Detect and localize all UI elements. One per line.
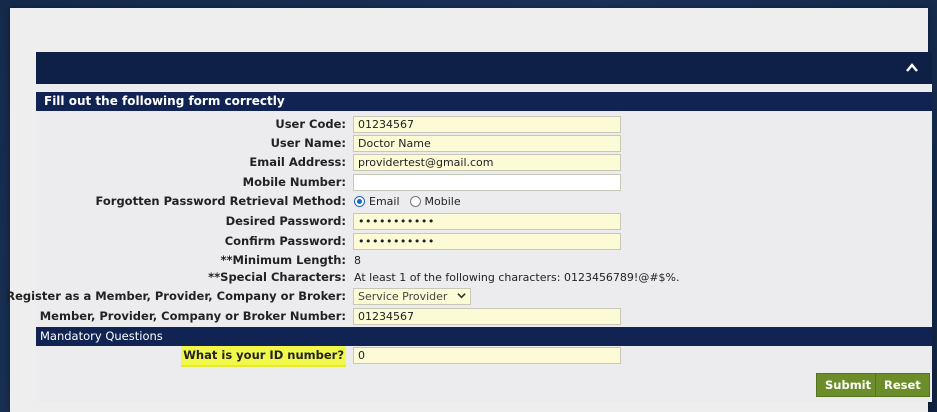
submit-button[interactable]: Submit (816, 373, 881, 397)
retrieval-method-row: Forgotten Password Retrieval Method: Ema… (36, 192, 932, 211)
chevron-down-icon (457, 289, 466, 304)
register-as-label: Register as a Member, Provider, Company … (6, 289, 346, 303)
desired-password-label: Desired Password: (225, 214, 346, 228)
panel-header (36, 52, 932, 85)
chevron-up-icon[interactable] (904, 60, 920, 76)
member-number-input[interactable]: 01234567 (353, 308, 621, 325)
reset-button[interactable]: Reset (875, 373, 930, 397)
email-radio-label: Email (369, 195, 400, 208)
registration-form: Fill out the following form correctly Us… (6, 84, 932, 402)
email-radio[interactable] (354, 196, 365, 207)
retrieval-method-label: Forgotten Password Retrieval Method: (95, 194, 346, 208)
mobile-row: Mobile Number: (36, 173, 932, 192)
email-row: Email Address: providertest@gmail.com (36, 153, 932, 172)
register-as-value: Service Provider (358, 290, 448, 303)
email-input[interactable]: providertest@gmail.com (353, 154, 621, 171)
confirm-password-row: Confirm Password: ••••••••••• (36, 232, 932, 251)
desired-password-row: Desired Password: ••••••••••• (36, 212, 932, 231)
mobile-radio[interactable] (409, 196, 421, 207)
mandatory-questions-title: Mandatory Questions (36, 327, 932, 346)
form-title: Fill out the following form correctly (36, 92, 932, 111)
email-label: Email Address: (249, 155, 346, 169)
confirm-password-label: Confirm Password: (224, 234, 346, 248)
user-code-row: User Code: 01234567 (36, 115, 932, 134)
special-chars-row: **Special Characters: At least 1 of the … (36, 268, 932, 287)
id-number-label: What is your ID number? (181, 346, 346, 367)
member-number-label: Member, Provider, Company or Broker Numb… (39, 309, 346, 323)
user-code-input[interactable]: 01234567 (353, 116, 621, 133)
special-chars-label: **Special Characters: (208, 270, 346, 284)
user-name-label: User Name: (270, 136, 346, 150)
user-name-row: User Name: Doctor Name (36, 134, 932, 153)
id-number-row: What is your ID number? 0 (36, 346, 932, 367)
register-as-select[interactable]: Service Provider (353, 288, 471, 305)
confirm-password-input[interactable]: ••••••••••• (353, 233, 621, 250)
user-name-input[interactable]: Doctor Name (353, 135, 621, 152)
user-code-label: User Code: (275, 117, 346, 131)
retrieval-method-group: Email Mobile (354, 192, 461, 211)
id-number-input[interactable]: 0 (353, 347, 621, 364)
special-chars-value: At least 1 of the following characters: … (354, 271, 680, 284)
desired-password-input[interactable]: ••••••••••• (353, 213, 621, 230)
mobile-label: Mobile Number: (242, 175, 346, 189)
mobile-input[interactable] (353, 174, 621, 191)
register-as-row: Register as a Member, Provider, Company … (6, 287, 932, 306)
mobile-radio-label: Mobile (424, 195, 461, 208)
member-number-row: Member, Provider, Company or Broker Numb… (36, 307, 932, 326)
